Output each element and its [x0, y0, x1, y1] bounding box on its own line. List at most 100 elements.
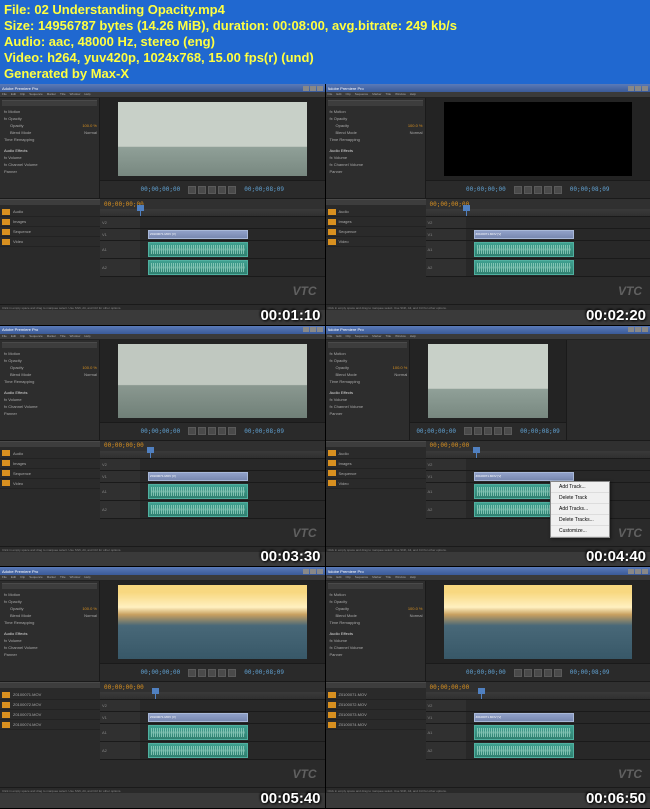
- opacity-value[interactable]: Opacity100.0 %: [2, 605, 97, 612]
- menu-item-edit[interactable]: Edit: [11, 92, 16, 97]
- effects-tab[interactable]: [328, 100, 423, 106]
- menu-item-file[interactable]: File: [328, 334, 333, 339]
- menu-item-file[interactable]: File: [2, 334, 7, 339]
- menu-item-clip[interactable]: Clip: [346, 575, 351, 580]
- playhead[interactable]: [140, 209, 141, 216]
- project-item[interactable]: Sequence: [326, 469, 426, 479]
- effect-motion[interactable]: fx Motion: [2, 108, 97, 115]
- effect-opacity[interactable]: fx Opacity: [2, 115, 97, 122]
- video-track-2[interactable]: V2: [100, 700, 325, 712]
- minimize-button[interactable]: [628, 86, 634, 91]
- project-item[interactable]: Sequence: [326, 227, 426, 237]
- menu-item-marker[interactable]: Marker: [47, 575, 56, 580]
- track-header-a2[interactable]: A2: [100, 501, 140, 518]
- mark-in-button[interactable]: [544, 186, 552, 194]
- video-track-2[interactable]: V2: [100, 459, 325, 471]
- timeline-panel[interactable]: 00;00;00;00 V2 V1 Z0100071.MOV [V] A1: [426, 199, 650, 304]
- track-header-a1[interactable]: A1: [426, 241, 466, 258]
- track-content[interactable]: [140, 217, 325, 228]
- context-menu-item[interactable]: Add Track...: [551, 482, 609, 493]
- prev-frame-button[interactable]: [514, 669, 522, 677]
- project-item[interactable]: Video: [0, 237, 100, 247]
- track-header-v1[interactable]: V1: [100, 712, 140, 723]
- track-header-v1[interactable]: V1: [100, 229, 140, 240]
- opacity-value[interactable]: Opacity100.0 %: [328, 364, 408, 371]
- effect-channel-volume[interactable]: fx Channel Volume: [328, 403, 408, 410]
- audio-clip[interactable]: [148, 242, 248, 257]
- effects-panel[interactable]: fx Motion fx Opacity Opacity100.0 % Blen…: [326, 98, 426, 198]
- menu-item-marker[interactable]: Marker: [47, 92, 56, 97]
- audio-clip[interactable]: [474, 260, 574, 275]
- audio-track-1[interactable]: A1: [426, 724, 650, 742]
- video-track-1[interactable]: V1 Z0100071.MOV [V]: [426, 229, 650, 241]
- track-content[interactable]: [140, 241, 325, 258]
- maximize-button[interactable]: [310, 327, 316, 332]
- close-button[interactable]: [317, 86, 323, 91]
- minimize-button[interactable]: [303, 86, 309, 91]
- project-item[interactable]: Images: [326, 217, 426, 227]
- menu-item-edit[interactable]: Edit: [11, 334, 16, 339]
- menu-item-help[interactable]: Help: [410, 334, 416, 339]
- menu-item-window[interactable]: Window: [70, 334, 81, 339]
- context-menu-item[interactable]: Customize...: [551, 526, 609, 537]
- timeline-timecode[interactable]: 00;00;00;00: [104, 684, 144, 691]
- effect-panner[interactable]: Panner: [2, 168, 97, 175]
- blend-mode[interactable]: Blend ModeNormal: [328, 612, 423, 619]
- track-content[interactable]: [140, 742, 325, 759]
- project-item[interactable]: Video: [0, 479, 100, 489]
- effect-channel-volume[interactable]: fx Channel Volume: [2, 161, 97, 168]
- close-button[interactable]: [317, 327, 323, 332]
- track-content[interactable]: [466, 700, 650, 711]
- duration-timecode[interactable]: 00;00;08;09: [244, 186, 284, 193]
- track-header-a1[interactable]: A1: [426, 724, 466, 741]
- timeline-ruler[interactable]: [426, 209, 650, 217]
- close-button[interactable]: [642, 569, 648, 574]
- project-item[interactable]: Images: [326, 459, 426, 469]
- track-header-a2[interactable]: A2: [100, 742, 140, 759]
- track-header-v1[interactable]: V1: [426, 229, 466, 240]
- effect-panner[interactable]: Panner: [2, 651, 97, 658]
- menu-item-sequence[interactable]: Sequence: [355, 334, 369, 339]
- menu-item-sequence[interactable]: Sequence: [355, 575, 369, 580]
- track-header-v2[interactable]: V2: [100, 217, 140, 228]
- audio-clip[interactable]: [148, 484, 248, 499]
- menu-item-title[interactable]: Title: [386, 334, 392, 339]
- project-item[interactable]: Z0100074.MOV: [326, 720, 426, 730]
- video-track-1[interactable]: V1 Z0100071.MOV [V]: [100, 712, 325, 724]
- audio-clip[interactable]: [474, 743, 574, 758]
- effects-panel[interactable]: fx Motion fx Opacity Opacity100.0 % Blen…: [0, 581, 100, 681]
- effect-motion[interactable]: fx Motion: [328, 591, 423, 598]
- play-button[interactable]: [198, 186, 206, 194]
- context-menu-item[interactable]: Delete Tracks...: [551, 515, 609, 526]
- project-item[interactable]: Audio: [0, 449, 100, 459]
- blend-mode[interactable]: Blend ModeNormal: [2, 129, 97, 136]
- track-content[interactable]: [466, 459, 650, 470]
- effect-time-remap[interactable]: Time Remapping: [328, 378, 408, 385]
- menu-item-clip[interactable]: Clip: [20, 334, 25, 339]
- close-button[interactable]: [642, 86, 648, 91]
- effects-panel[interactable]: fx Motion fx Opacity Opacity100.0 % Blen…: [326, 581, 426, 681]
- video-track-1[interactable]: V1 Z0100071.MOV [V]: [426, 712, 650, 724]
- effect-panner[interactable]: Panner: [328, 168, 423, 175]
- project-panel[interactable]: Z0100071.MOVZ0100072.MOVZ0100073.MOVZ010…: [0, 682, 100, 787]
- maximize-button[interactable]: [635, 569, 641, 574]
- menu-item-clip[interactable]: Clip: [346, 92, 351, 97]
- effect-volume[interactable]: fx Volume: [2, 154, 97, 161]
- project-item[interactable]: Z0100071.MOV: [326, 690, 426, 700]
- menu-item-sequence[interactable]: Sequence: [29, 92, 43, 97]
- playhead[interactable]: [155, 692, 156, 699]
- menu-item-help[interactable]: Help: [84, 334, 90, 339]
- blend-mode[interactable]: Blend ModeNormal: [2, 612, 97, 619]
- menu-item-title[interactable]: Title: [60, 92, 66, 97]
- audio-track-2[interactable]: A2: [100, 259, 325, 277]
- mark-in-button[interactable]: [218, 186, 226, 194]
- audio-track-1[interactable]: A1: [100, 483, 325, 501]
- menu-item-sequence[interactable]: Sequence: [29, 575, 43, 580]
- menu-item-sequence[interactable]: Sequence: [29, 334, 43, 339]
- project-item[interactable]: Z0100073.MOV: [0, 710, 100, 720]
- timeline-panel[interactable]: 00;00;00;00 V2 V1 Z0100071.MOV [V] A1: [100, 199, 325, 304]
- track-header-v2[interactable]: V2: [100, 700, 140, 711]
- track-content[interactable]: [140, 724, 325, 741]
- effects-tab[interactable]: [2, 342, 97, 348]
- project-panel[interactable]: AudioImagesSequenceVideo: [0, 199, 100, 304]
